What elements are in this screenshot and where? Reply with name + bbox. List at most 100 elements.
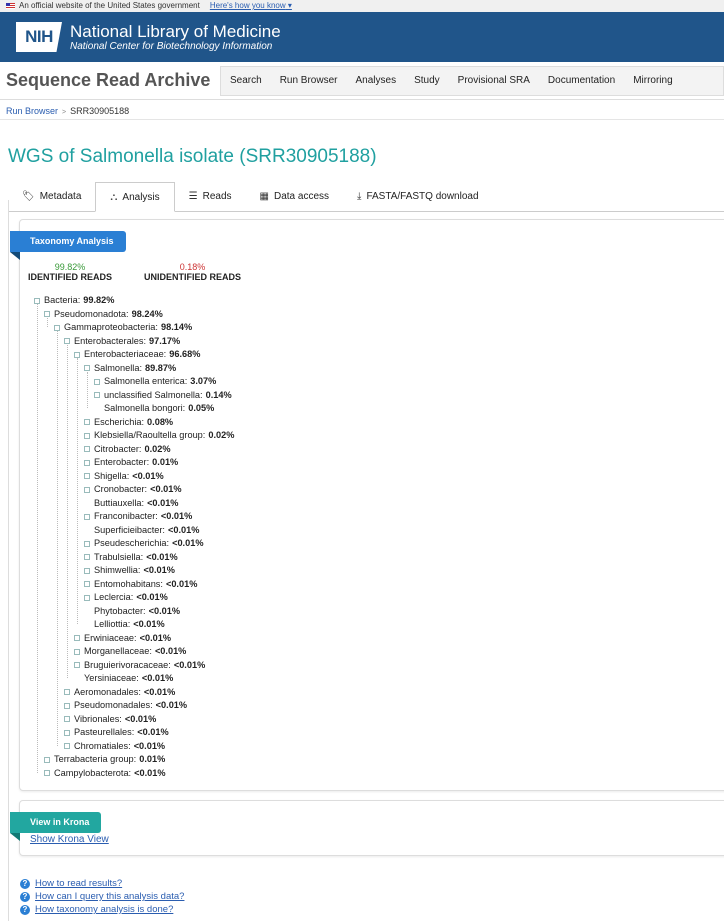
query-analysis-data-link[interactable]: How can I query this analysis data? [35, 891, 184, 902]
expand-toggle-icon[interactable] [84, 581, 90, 587]
expand-toggle-icon[interactable] [64, 743, 70, 749]
nav-study[interactable]: Study [405, 75, 449, 86]
taxonomy-node[interactable]: Citrobacter: 0.02% [84, 443, 171, 456]
taxonomy-node[interactable]: Gammaproteobacteria: 98.14% [54, 321, 192, 334]
expand-toggle-icon[interactable] [64, 338, 70, 344]
taxonomy-node[interactable]: Franconibacter: <0.01% [84, 510, 192, 523]
taxonomy-node[interactable]: Enterobacter: 0.01% [84, 456, 178, 469]
expand-toggle-icon[interactable] [64, 716, 70, 722]
taxon-name: Citrobacter: [94, 443, 142, 454]
expand-toggle-icon[interactable] [74, 662, 80, 668]
taxonomy-node[interactable]: Salmonella enterica: 3.07% [94, 375, 216, 388]
taxonomy-node[interactable]: Shimwellia: <0.01% [84, 564, 175, 577]
help-links: ? How to read results? ? How can I query… [20, 877, 184, 916]
taxonomy-node[interactable]: Klebsiella/Raoultella group: 0.02% [84, 429, 234, 442]
expand-toggle-icon[interactable] [84, 473, 90, 479]
taxon-percentage: <0.01% [167, 524, 200, 535]
expand-toggle-icon[interactable] [84, 365, 90, 371]
breadcrumb-run-browser[interactable]: Run Browser [6, 106, 58, 116]
unidentified-reads-label: UNIDENTIFIED READS [144, 272, 242, 282]
taxonomy-node[interactable]: Leclercia: <0.01% [84, 591, 168, 604]
taxonomy-node[interactable]: Vibrionales: <0.01% [64, 713, 156, 726]
breadcrumb: Run Browser > SRR30905188 [0, 100, 724, 120]
taxonomy-node[interactable]: Shigella: <0.01% [84, 470, 164, 483]
taxon-percentage: 0.01% [139, 754, 166, 764]
gov-banner-text: An official website of the United States… [19, 1, 200, 10]
unidentified-reads-stat: 0.18% UNIDENTIFIED READS [144, 262, 241, 282]
expand-toggle-icon[interactable] [64, 729, 70, 736]
taxonomy-node[interactable]: Bruguierivoracaceae: <0.01% [74, 659, 205, 672]
taxonomy-node[interactable]: Cronobacter: <0.01% [84, 483, 182, 496]
taxonomy-node[interactable]: Terrabacteria group: 0.01% [44, 753, 165, 766]
expand-toggle-icon[interactable] [94, 378, 100, 385]
taxon-percentage: <0.01% [155, 700, 188, 710]
taxonomy-node[interactable]: Campylobacterota: <0.01% [44, 767, 166, 780]
sra-title[interactable]: Sequence Read Archive [0, 70, 220, 91]
expand-toggle-icon[interactable] [84, 513, 90, 520]
nav-mirroring[interactable]: Mirroring [624, 75, 681, 86]
expand-toggle-icon[interactable] [84, 419, 90, 425]
nav-provisional-sra[interactable]: Provisional SRA [449, 75, 539, 86]
chevron-right-icon: > [62, 109, 67, 116]
taxonomy-node[interactable]: Entomohabitans: <0.01% [84, 578, 197, 591]
taxonomy-node[interactable]: Escherichia: 0.08% [84, 416, 173, 429]
expand-toggle-icon[interactable] [84, 540, 90, 547]
nav-search[interactable]: Search [221, 75, 271, 86]
expand-toggle-icon[interactable] [84, 459, 90, 466]
expand-toggle-icon[interactable] [84, 554, 90, 560]
identified-reads-label: IDENTIFIED READS [28, 272, 113, 282]
taxonomy-node[interactable]: Erwiniaceae: <0.01% [74, 632, 171, 645]
expand-toggle-icon[interactable] [84, 594, 90, 601]
nav-run-browser[interactable]: Run Browser [271, 75, 347, 86]
taxon-name: Pseudescherichia: [94, 538, 170, 548]
taxonomy-node[interactable]: Enterobacteriaceae: 96.68% [74, 348, 200, 361]
help-item[interactable]: ? How taxonomy analysis is done? [20, 903, 184, 916]
taxonomy-node: Lelliottia: <0.01% [84, 618, 165, 631]
help-item[interactable]: ? How to read results? [20, 877, 184, 890]
nav-documentation[interactable]: Documentation [539, 75, 624, 86]
taxon-name: Pseudomonadales: [74, 700, 153, 710]
heres-how-you-know-link[interactable]: Here's how you know ▾ [210, 0, 292, 12]
taxonomy-analysis-done-link[interactable]: How taxonomy analysis is done? [35, 904, 173, 915]
expand-toggle-icon[interactable] [94, 392, 100, 398]
taxonomy-node[interactable]: Pseudomonadota: 98.24% [44, 308, 163, 321]
expand-toggle-icon[interactable] [34, 297, 40, 304]
expand-toggle-icon[interactable] [64, 689, 70, 695]
expand-toggle-icon[interactable] [74, 351, 80, 358]
taxonomy-node[interactable]: Salmonella: 89.87% [84, 362, 176, 375]
nlm-title[interactable]: National Library of Medicine [70, 22, 281, 41]
nav-analyses[interactable]: Analyses [347, 75, 406, 86]
expand-toggle-icon[interactable] [54, 324, 60, 331]
taxon-name: Salmonella enterica: [104, 376, 188, 386]
expand-toggle-icon[interactable] [84, 567, 90, 574]
taxon-name: Salmonella: [94, 362, 143, 373]
taxonomy-node[interactable]: unclassified Salmonella: 0.14% [94, 389, 232, 402]
taxonomy-node[interactable]: Pseudomonadales: <0.01% [64, 699, 187, 712]
expand-toggle-icon[interactable] [74, 635, 80, 641]
taxonomy-node[interactable]: Pasteurellales: <0.01% [64, 726, 169, 739]
taxonomy-node[interactable]: Pseudescherichia: <0.01% [84, 537, 204, 550]
analysis-content: Taxonomy Analysis 99.82% IDENTIFIED READ… [8, 200, 724, 921]
expand-toggle-icon[interactable] [44, 311, 50, 317]
expand-toggle-icon[interactable] [74, 648, 80, 655]
nih-logo[interactable]: NIH [16, 22, 62, 52]
taxonomy-node[interactable]: Bacteria: 99.82% [34, 294, 114, 307]
show-krona-view-link[interactable]: Show Krona View [30, 834, 109, 845]
tree-guide-line [47, 317, 48, 327]
expand-toggle-icon[interactable] [44, 756, 50, 763]
expand-toggle-icon[interactable] [84, 446, 90, 452]
expand-toggle-icon[interactable] [84, 486, 90, 493]
expand-toggle-icon[interactable] [64, 702, 70, 709]
taxonomy-node[interactable]: Morganellaceae: <0.01% [74, 645, 186, 658]
taxon-name: Superficieibacter: [94, 524, 165, 535]
how-to-read-results-link[interactable]: How to read results? [35, 878, 122, 889]
taxonomy-node[interactable]: Chromatiales: <0.01% [64, 740, 165, 753]
expand-toggle-icon[interactable] [84, 432, 90, 439]
taxonomy-node[interactable]: Trabulsiella: <0.01% [84, 551, 178, 564]
taxonomy-node[interactable]: Enterobacterales: 97.17% [64, 335, 180, 348]
unidentified-reads-pct: 0.18% [179, 262, 206, 272]
help-item[interactable]: ? How can I query this analysis data? [20, 890, 184, 903]
taxonomy-node[interactable]: Aeromonadales: <0.01% [64, 686, 175, 699]
taxon-percentage: 0.01% [152, 457, 179, 467]
expand-toggle-icon[interactable] [44, 770, 50, 776]
